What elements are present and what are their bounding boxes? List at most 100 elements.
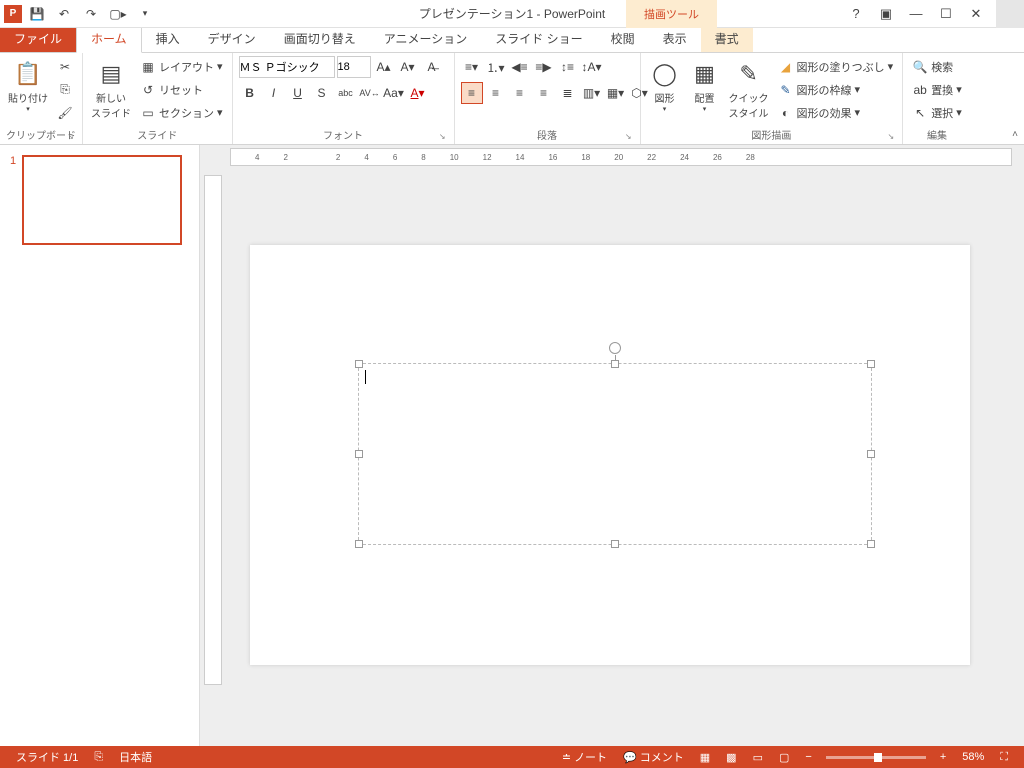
quick-style-button[interactable]: ✎クイック スタイル — [727, 56, 771, 120]
resize-handle-w[interactable] — [355, 450, 363, 458]
normal-view-button[interactable]: ▦ — [692, 746, 718, 768]
tab-animations[interactable]: アニメーション — [370, 25, 482, 52]
close-button[interactable]: ✕ — [962, 3, 990, 25]
reading-view-button[interactable]: ▭ — [745, 746, 771, 768]
distribute-button[interactable]: ≣ — [557, 82, 579, 104]
tab-transitions[interactable]: 画面切り替え — [270, 25, 370, 52]
line-spacing-button[interactable]: ↕≡ — [557, 56, 579, 78]
tab-review[interactable]: 校閲 — [597, 25, 649, 52]
zoom-slider-thumb[interactable] — [874, 753, 882, 762]
clear-format-button[interactable]: A̶ — [421, 56, 443, 78]
cut-button[interactable]: ✂ — [54, 56, 76, 77]
collapse-ribbon-button[interactable]: ˄ — [1012, 129, 1018, 140]
new-slide-button[interactable]: ▤新しい スライド — [89, 56, 133, 120]
font-color-button[interactable]: A▾ — [407, 82, 429, 104]
minimize-button[interactable]: — — [902, 3, 930, 25]
paste-button[interactable]: 📋貼り付け▾ — [6, 56, 50, 113]
notes-button[interactable]: ≐ ノート — [554, 746, 615, 768]
grow-font-button[interactable]: A▴ — [373, 56, 395, 78]
spell-check-icon[interactable]: ⎘ — [86, 746, 111, 768]
sorter-view-button[interactable]: ▩ — [718, 746, 744, 768]
slide-canvas[interactable] — [250, 245, 970, 665]
char-spacing-button[interactable]: AV↔ — [359, 82, 381, 104]
shape-effects-button[interactable]: ◐図形の効果 ▾ — [775, 102, 897, 123]
thumbnail-pane[interactable]: 1 — [0, 145, 200, 746]
undo-button[interactable]: ↶ — [52, 3, 76, 25]
shrink-font-button[interactable]: A▾ — [397, 56, 419, 78]
numbering-button[interactable]: ⒈▾ — [485, 56, 507, 78]
tab-design[interactable]: デザイン — [194, 25, 270, 52]
layout-button[interactable]: ▦レイアウト ▾ — [137, 56, 226, 77]
change-case-button[interactable]: Aa▾ — [383, 82, 405, 104]
replace-button[interactable]: ab置換 ▾ — [909, 79, 965, 100]
columns-button[interactable]: ▥▾ — [581, 82, 603, 104]
tab-slideshow[interactable]: スライド ショー — [481, 25, 596, 52]
copy-button[interactable]: ⎘ — [54, 79, 76, 100]
bold-button[interactable]: B — [239, 82, 261, 104]
zoom-out-button[interactable]: − — [797, 746, 819, 768]
section-button[interactable]: ▭セクション ▾ — [137, 102, 226, 123]
text-direction-button[interactable]: ↕A▾ — [581, 56, 603, 78]
save-button[interactable]: 💾 — [25, 3, 49, 25]
start-from-beginning-button[interactable]: ▢▸ — [106, 3, 130, 25]
paragraph-launcher[interactable]: ↘ — [625, 132, 632, 141]
italic-button[interactable]: I — [263, 82, 285, 104]
slide-indicator[interactable]: スライド 1/1 — [8, 746, 86, 768]
resize-handle-se[interactable] — [867, 540, 875, 548]
resize-handle-e[interactable] — [867, 450, 875, 458]
align-center-button[interactable]: ≡ — [485, 82, 507, 104]
maximize-button[interactable]: ☐ — [932, 3, 960, 25]
arrange-button[interactable]: ▦配置▾ — [687, 56, 723, 113]
find-button[interactable]: 🔍検索 — [909, 56, 965, 77]
resize-handle-s[interactable] — [611, 540, 619, 548]
tab-format[interactable]: 書式 — [701, 25, 753, 52]
select-button[interactable]: ↖選択 ▾ — [909, 102, 965, 123]
fit-window-button[interactable]: ⛶ — [992, 746, 1016, 768]
tab-home[interactable]: ホーム — [76, 24, 142, 53]
tab-insert[interactable]: 挿入 — [142, 25, 194, 52]
align-text-button[interactable]: ▦▾ — [605, 82, 627, 104]
vertical-ruler[interactable] — [204, 175, 222, 685]
drawing-launcher[interactable]: ↘ — [887, 132, 894, 141]
justify-button[interactable]: ≡ — [533, 82, 555, 104]
increase-indent-button[interactable]: ≡▶ — [533, 56, 555, 78]
reset-button[interactable]: ↺リセット — [137, 79, 226, 100]
shape-fill-button[interactable]: ◢図形の塗りつぶし ▾ — [775, 56, 897, 77]
thumbnail-preview[interactable] — [22, 155, 182, 245]
slide-edit-area[interactable]: 42246810121416182022242628 — [200, 145, 1024, 746]
tab-view[interactable]: 表示 — [649, 25, 701, 52]
font-name-select[interactable] — [239, 56, 335, 78]
slide-thumbnail[interactable]: 1 — [10, 155, 189, 245]
zoom-slider[interactable] — [826, 756, 926, 759]
shape-outline-button[interactable]: ✎図形の枠線 ▾ — [775, 79, 897, 100]
shadow-button[interactable]: abc — [335, 82, 357, 104]
underline-button[interactable]: U — [287, 82, 309, 104]
font-size-select[interactable] — [337, 56, 371, 78]
align-right-button[interactable]: ≡ — [509, 82, 531, 104]
redo-button[interactable]: ↷ — [79, 3, 103, 25]
resize-handle-sw[interactable] — [355, 540, 363, 548]
horizontal-ruler[interactable]: 42246810121416182022242628 — [230, 148, 1012, 166]
zoom-level[interactable]: 58% — [954, 746, 992, 768]
text-box[interactable] — [358, 363, 872, 545]
comments-button[interactable]: 💬 コメント — [615, 746, 692, 768]
user-avatar[interactable] — [996, 0, 1024, 28]
align-left-button[interactable]: ≡ — [461, 82, 483, 104]
clipboard-launcher[interactable]: ↘ — [67, 132, 74, 141]
strike-button[interactable]: S — [311, 82, 333, 104]
tab-file[interactable]: ファイル — [0, 25, 76, 52]
zoom-in-button[interactable]: + — [932, 746, 954, 768]
rotation-handle[interactable] — [609, 342, 621, 354]
shapes-button[interactable]: ◯図形▾ — [647, 56, 683, 113]
ribbon-display-button[interactable]: ▣ — [872, 3, 900, 25]
slideshow-view-button[interactable]: ▢ — [771, 746, 797, 768]
help-button[interactable]: ? — [842, 3, 870, 25]
format-painter-button[interactable]: 🖌 — [54, 102, 76, 123]
resize-handle-nw[interactable] — [355, 360, 363, 368]
language-indicator[interactable]: 日本語 — [111, 746, 160, 768]
qat-more-button[interactable]: ▾ — [133, 3, 157, 25]
font-launcher[interactable]: ↘ — [439, 132, 446, 141]
resize-handle-ne[interactable] — [867, 360, 875, 368]
decrease-indent-button[interactable]: ◀≡ — [509, 56, 531, 78]
bullets-button[interactable]: ≡▾ — [461, 56, 483, 78]
